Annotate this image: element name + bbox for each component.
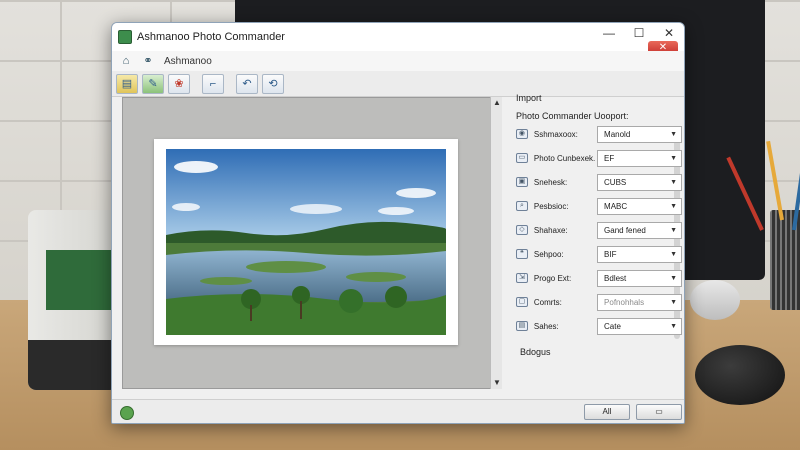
cancel-button[interactable]: ▭ — [636, 404, 682, 420]
printer — [28, 210, 118, 390]
rotate-right-icon[interactable]: ⟲ — [262, 73, 284, 94]
landscape-photo[interactable] — [166, 149, 446, 335]
title-bar[interactable]: Ashmanoo Photo Commander — ☐ ✕ — [112, 23, 684, 51]
property-select[interactable]: CUBS ▼ — [597, 173, 682, 191]
import-panel: Import Photo Commander Uooport: ◉ Sshmax… — [510, 89, 682, 389]
property-row: ❝ Sehpoo: BIF ▼ — [516, 245, 682, 263]
window-icon: ▤ — [516, 321, 528, 331]
crop-icon[interactable]: ⌐ — [202, 73, 224, 94]
link-icon[interactable]: ⚭ — [140, 54, 156, 68]
save-icon: ▣ — [516, 177, 528, 187]
camera-icon: ◉ — [516, 129, 528, 139]
property-label: Sshmaxoox: — [533, 129, 578, 139]
property-label: Sehpoo: — [533, 249, 564, 259]
panel-footer-label: Bdogus — [520, 347, 551, 357]
edit-icon[interactable]: ✎ — [142, 73, 164, 94]
property-row: ▤ Sahes: Cate ▼ — [516, 317, 682, 335]
property-select[interactable]: MABC ▼ — [597, 197, 682, 215]
chevron-down-icon: ▼ — [670, 154, 677, 162]
chevron-down-icon: ▼ — [670, 298, 677, 306]
chevron-down-icon: ▼ — [670, 178, 677, 186]
menu-bar: ⌂ ⚭ Ashmanoo — [112, 51, 684, 71]
panel-title: Import — [516, 93, 542, 103]
property-row: ⇲ Progo Ext: Bdlest ▼ — [516, 269, 682, 287]
property-select[interactable]: BIF ▼ — [597, 245, 682, 263]
property-label: Comrts: — [533, 297, 562, 307]
comment-icon: ❝ — [516, 249, 528, 259]
property-label: Pesbsioc: — [533, 201, 569, 211]
property-select[interactable]: Gand fened ▼ — [597, 221, 682, 239]
property-select[interactable]: Manold ▼ — [597, 125, 682, 143]
search-icon: ⌕ — [516, 201, 528, 211]
tag-icon: ◇ — [516, 225, 528, 235]
property-row: ◇ Shahaxe: Gand fened ▼ — [516, 221, 682, 239]
monitor-stand — [690, 280, 740, 320]
property-label: Progo Ext: — [533, 273, 572, 283]
chevron-down-icon: ▼ — [670, 250, 677, 258]
bottom-bar: All ▭ — [112, 399, 684, 423]
property-label: Shahaxe: — [533, 225, 568, 235]
scroll-up-icon[interactable]: ▲ — [491, 97, 503, 109]
canvas-scrollbar[interactable]: ▲ ▼ — [490, 97, 502, 389]
chevron-down-icon: ▼ — [670, 202, 677, 210]
property-row: ▭ Photo Cunbexek. EF ▼ — [516, 149, 682, 167]
home-icon[interactable]: ⌂ — [118, 54, 134, 68]
app-icon — [118, 30, 132, 44]
window-title: Ashmanoo Photo Commander — [137, 31, 285, 43]
rotate-left-icon[interactable]: ↶ — [236, 73, 258, 94]
property-select[interactable]: Bdlest ▼ — [597, 269, 682, 287]
effects-icon[interactable]: ❀ — [168, 73, 190, 94]
brand-label: Ashmanoo — [164, 55, 212, 67]
property-row: ⌕ Pesbsioc: MABC ▼ — [516, 197, 682, 215]
photo-icon: ▭ — [516, 153, 528, 163]
panel-subtitle: Photo Commander Uooport: — [516, 111, 629, 121]
chevron-down-icon: ▼ — [670, 322, 677, 330]
photo-frame — [154, 139, 458, 345]
property-label: Photo Cunbexek. — [533, 153, 596, 163]
property-label: Sahes: — [533, 321, 559, 331]
property-select[interactable]: EF ▼ — [597, 149, 682, 167]
folder-icon: ▢ — [516, 297, 528, 307]
status-icon[interactable] — [120, 406, 134, 420]
property-row: ▢ Comrts: Pofnohhals ▼ — [516, 293, 682, 311]
app-window: Ashmanoo Photo Commander — ☐ ✕ ✕ ⌂ ⚭ Ash… — [111, 22, 685, 424]
property-row: ◉ Sshmaxoox: Manold ▼ — [516, 125, 682, 143]
property-select[interactable]: Pofnohhals ▼ — [597, 293, 682, 311]
open-icon[interactable]: ▤ — [116, 73, 138, 94]
chevron-down-icon: ▼ — [670, 274, 677, 282]
scroll-down-icon[interactable]: ▼ — [491, 377, 503, 389]
ok-button[interactable]: All — [584, 404, 630, 420]
chevron-down-icon: ▼ — [670, 130, 677, 138]
property-row: ▣ Snehesk: CUBS ▼ — [516, 173, 682, 191]
export-icon: ⇲ — [516, 273, 528, 283]
computer-mouse — [695, 345, 785, 405]
property-select[interactable]: Cate ▼ — [597, 317, 682, 335]
property-label: Snehesk: — [533, 177, 568, 187]
chevron-down-icon: ▼ — [670, 226, 677, 234]
minimize-button[interactable]: — — [594, 23, 624, 45]
